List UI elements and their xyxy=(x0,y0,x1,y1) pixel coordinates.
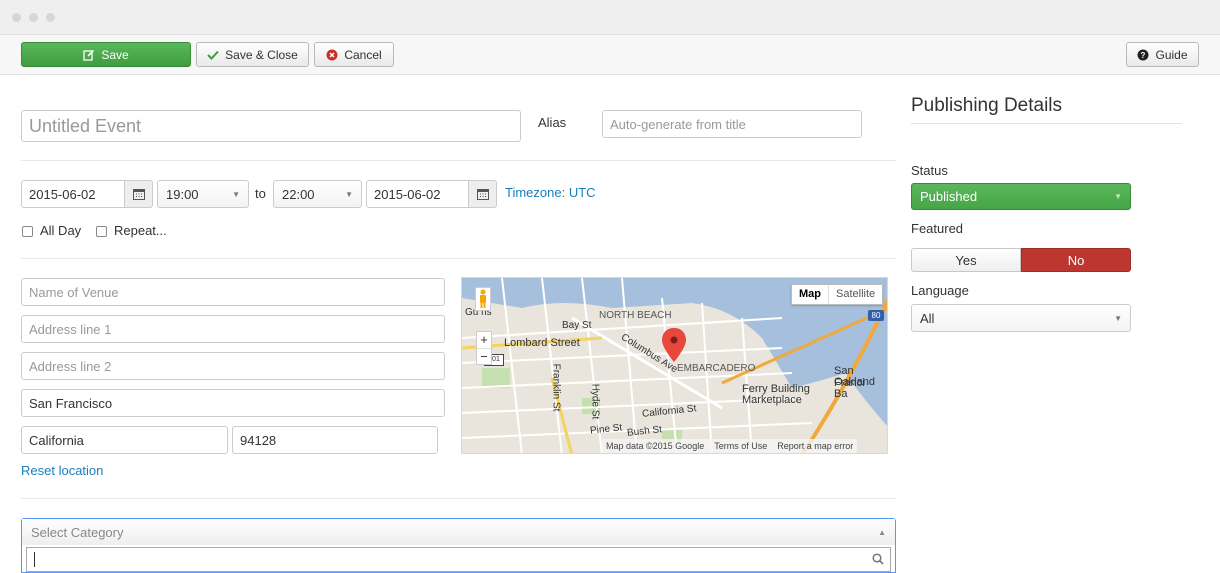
featured-yes-label: Yes xyxy=(955,252,977,268)
window-maximize-dot[interactable] xyxy=(46,13,55,22)
chevron-up-icon: ▲ xyxy=(878,527,886,537)
svg-text:?: ? xyxy=(1141,51,1146,60)
chevron-down-icon: ▼ xyxy=(1114,192,1122,201)
end-date-calendar-button[interactable] xyxy=(468,180,497,208)
chevron-down-icon: ▼ xyxy=(345,189,353,199)
map-label: NORTH BEACH xyxy=(599,310,672,321)
repeat-checkbox[interactable] xyxy=(96,226,107,237)
interstate-80-shield: 80 xyxy=(868,310,884,321)
map-label: Lombard Street xyxy=(504,337,580,349)
question-circle-icon: ? xyxy=(1137,49,1149,61)
map-label: Franklin St xyxy=(550,363,562,412)
cancel-button[interactable]: Cancel xyxy=(314,42,394,67)
category-select-header[interactable]: Select Category ▲ xyxy=(22,519,895,545)
save-close-button[interactable]: Save & Close xyxy=(196,42,309,67)
to-label: to xyxy=(255,186,266,201)
map-label: EMBARCADERO xyxy=(677,363,756,374)
status-label: Status xyxy=(911,163,948,178)
address-line1-input[interactable] xyxy=(21,315,445,343)
calendar-icon xyxy=(132,188,145,200)
divider xyxy=(21,160,896,161)
search-icon xyxy=(872,553,884,568)
end-time-select[interactable]: 22:00 ▼ xyxy=(273,180,362,208)
venue-name-input[interactable] xyxy=(21,278,445,306)
map-report-error-link[interactable]: Report a map error xyxy=(777,439,853,453)
calendar-icon xyxy=(476,188,489,200)
checkmark-icon xyxy=(207,50,219,60)
repeat-label: Repeat... xyxy=(114,223,167,238)
window-titlebar xyxy=(0,0,1220,35)
start-date-calendar-button[interactable] xyxy=(124,180,153,208)
map-zoom-in-button[interactable]: + xyxy=(477,332,491,348)
map-zoom-control: + − xyxy=(476,331,492,365)
map-type-satellite-button[interactable]: Satellite xyxy=(828,285,882,304)
map-terms-link[interactable]: Terms of Use xyxy=(714,439,767,453)
featured-no-button[interactable]: No xyxy=(1021,248,1131,272)
map-label: Hyde St xyxy=(589,383,601,420)
category-select[interactable]: Select Category ▲ xyxy=(21,518,896,573)
window-minimize-dot[interactable] xyxy=(29,13,38,22)
window-close-dot[interactable] xyxy=(12,13,21,22)
cancel-label: Cancel xyxy=(344,47,382,62)
event-title-input[interactable] xyxy=(21,110,521,142)
chevron-down-icon: ▼ xyxy=(232,189,240,199)
start-time-value: 19:00 xyxy=(166,186,199,202)
status-value: Published xyxy=(920,189,978,204)
featured-label: Featured xyxy=(911,221,964,236)
guide-label: Guide xyxy=(1155,47,1188,62)
toolbar: Save Save & Close Cancel ? Guide xyxy=(0,35,1220,75)
category-search-input[interactable] xyxy=(26,547,891,572)
map-type-control: Map Satellite xyxy=(791,284,884,305)
language-label: Language xyxy=(911,283,969,298)
guide-button[interactable]: ? Guide xyxy=(1126,42,1199,67)
venue-map[interactable]: Gu ns NORTH BEACH Bay St Lombard Street … xyxy=(461,277,888,454)
map-data-attribution: Map data ©2015 Google xyxy=(606,441,705,451)
map-label: Oakland Ba xyxy=(834,376,875,400)
end-date-input[interactable] xyxy=(366,180,469,208)
text-cursor xyxy=(34,552,35,567)
language-value: All xyxy=(920,310,935,326)
chevron-down-icon: ▼ xyxy=(1114,313,1122,323)
end-time-value: 22:00 xyxy=(282,186,315,202)
save-button[interactable]: Save xyxy=(21,42,191,67)
all-day-label: All Day xyxy=(40,223,82,238)
start-time-select[interactable]: 19:00 ▼ xyxy=(157,180,249,208)
alias-input[interactable] xyxy=(602,110,862,138)
map-type-map-button[interactable]: Map xyxy=(792,285,828,304)
edit-icon xyxy=(83,49,95,61)
map-label: Bay St xyxy=(562,320,592,331)
map-attribution: Map data ©2015 Google Terms of Use Repor… xyxy=(602,439,858,453)
featured-no-label: No xyxy=(1067,252,1085,268)
state-input[interactable] xyxy=(21,426,228,454)
timezone-link[interactable]: Timezone: UTC xyxy=(505,185,596,200)
start-date-input[interactable] xyxy=(21,180,125,208)
save-close-label: Save & Close xyxy=(225,47,298,62)
category-placeholder: Select Category xyxy=(31,524,124,540)
address-line2-input[interactable] xyxy=(21,352,445,380)
zip-input[interactable] xyxy=(232,426,438,454)
publishing-details-title: Publishing Details xyxy=(911,95,1063,116)
divider xyxy=(21,498,896,499)
alias-label: Alias xyxy=(538,115,567,130)
street-view-pegman-icon[interactable] xyxy=(475,287,491,311)
map-zoom-out-button[interactable]: − xyxy=(477,348,491,365)
reset-location-link[interactable]: Reset location xyxy=(21,463,103,478)
city-input[interactable] xyxy=(21,389,445,417)
all-day-checkbox[interactable] xyxy=(22,226,33,237)
featured-yes-button[interactable]: Yes xyxy=(911,248,1021,272)
map-label: Marketplace xyxy=(742,394,802,406)
divider xyxy=(21,258,896,259)
save-label: Save xyxy=(101,47,129,62)
status-select[interactable]: Published ▼ xyxy=(911,183,1131,210)
divider xyxy=(911,123,1182,124)
cancel-circle-icon xyxy=(326,49,338,61)
language-select[interactable]: All ▼ xyxy=(911,304,1131,332)
